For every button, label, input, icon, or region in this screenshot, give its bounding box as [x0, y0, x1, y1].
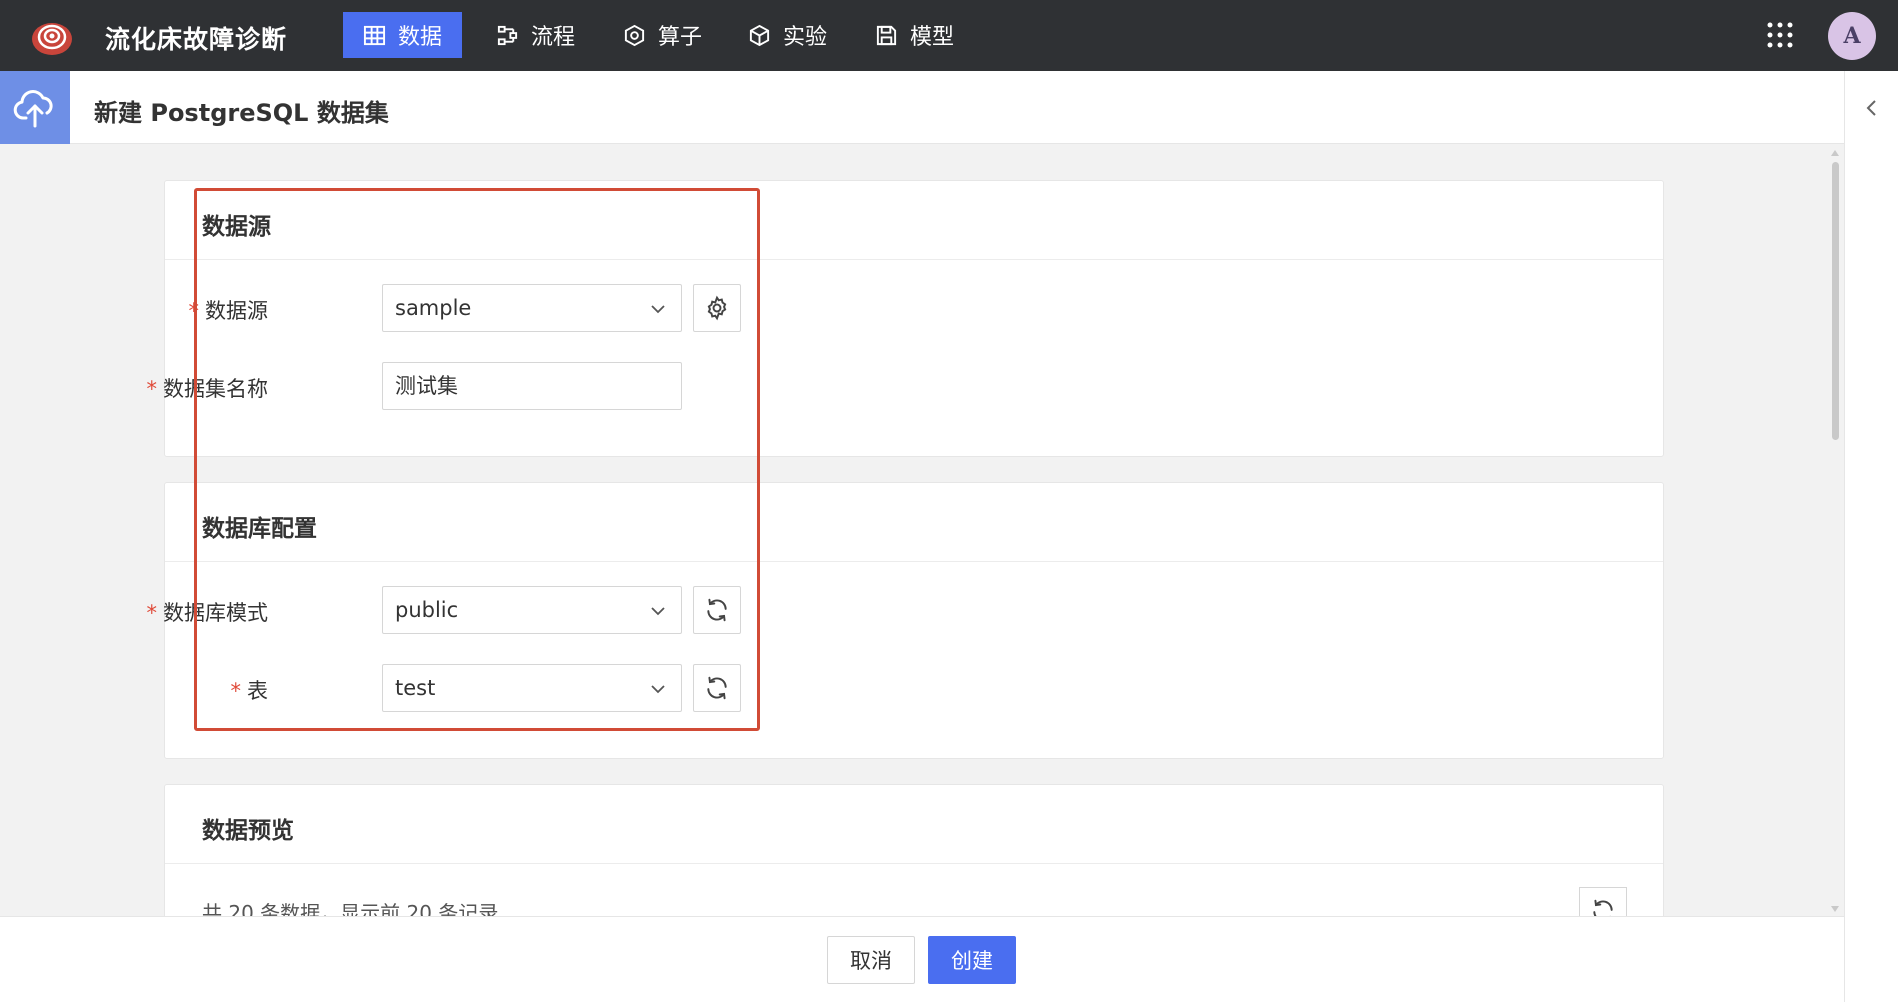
- datasource-card-title: 数据源: [165, 181, 1663, 260]
- cloud-upload-icon: [13, 89, 53, 127]
- table-row: * 表 test: [165, 664, 865, 712]
- dataset-name-label: * 数据集名称: [146, 377, 269, 401]
- scroll-down-arrow[interactable]: [1831, 906, 1839, 912]
- dataset-name-row: * 数据集名称 测试集: [147, 362, 865, 410]
- nav-experiment[interactable]: 实验: [728, 12, 847, 58]
- refresh-icon: [1593, 899, 1613, 916]
- nav-model[interactable]: 模型: [855, 12, 974, 58]
- app-title: 流化床故障诊断: [105, 25, 288, 54]
- nav-model-label: 模型: [910, 25, 955, 50]
- nav-experiment-label: 实验: [783, 25, 828, 50]
- schema-row: * 数据库模式 public: [147, 586, 865, 634]
- schema-refresh-button[interactable]: [693, 586, 741, 634]
- table-select[interactable]: test: [382, 664, 682, 712]
- save-icon: [876, 25, 897, 45]
- datasource-row: * 数据源 sample: [165, 284, 865, 332]
- app-logo-icon: [32, 23, 72, 55]
- schema-value: public: [395, 598, 459, 622]
- nav-flow-label: 流程: [531, 25, 576, 50]
- top-navbar: 流化床故障诊断 数据 流程 算子 实验 模型 A: [0, 0, 1898, 71]
- upload-badge: [0, 71, 70, 144]
- required-mark: *: [146, 377, 158, 401]
- cube-icon: [749, 24, 770, 46]
- chevron-down-icon: [651, 305, 665, 314]
- nav-operator[interactable]: 算子: [603, 12, 722, 58]
- datasource-label: * 数据源: [188, 299, 269, 323]
- flow-icon: [497, 25, 518, 45]
- schema-select[interactable]: public: [382, 586, 682, 634]
- table-label: * 表: [230, 679, 269, 703]
- footer-bar: 取消 创建: [0, 916, 1844, 1002]
- chevron-down-icon: [651, 685, 665, 694]
- nav-data[interactable]: 数据: [343, 12, 463, 58]
- vertical-scrollbar[interactable]: [1829, 150, 1841, 912]
- required-mark: *: [188, 299, 200, 323]
- operator-icon: [624, 24, 645, 46]
- nav-data-label: 数据: [398, 25, 443, 50]
- datasource-settings-button[interactable]: [693, 284, 741, 332]
- datasource-select[interactable]: sample: [382, 284, 682, 332]
- required-mark: *: [230, 679, 242, 703]
- refresh-icon: [707, 598, 727, 622]
- preview-summary: 共 20 条数据，显示前 20 条记录: [202, 901, 499, 916]
- required-mark: *: [146, 601, 158, 625]
- schema-label: * 数据库模式: [146, 601, 269, 625]
- gear-icon: [707, 295, 727, 321]
- dataset-name-value: 测试集: [395, 374, 458, 398]
- refresh-icon: [707, 676, 727, 700]
- table-value: test: [395, 676, 436, 700]
- apps-grid-icon[interactable]: [1767, 22, 1793, 48]
- table-icon: [363, 25, 386, 45]
- preview-card: 数据预览 共 20 条数据，显示前 20 条记录: [164, 784, 1664, 916]
- main-content: 数据源 * 数据源 sample * 数据集名称 测试集 数据库配置 * 数据库模式 …: [0, 144, 1844, 916]
- table-refresh-button[interactable]: [693, 664, 741, 712]
- db-config-card-title: 数据库配置: [165, 483, 1663, 562]
- chevron-down-icon: [651, 607, 665, 616]
- datasource-card: 数据源 * 数据源 sample * 数据集名称 测试集: [147, 180, 1664, 457]
- datasource-value: sample: [395, 296, 472, 320]
- page-title: 新建 PostgreSQL 数据集: [94, 99, 389, 127]
- scroll-up-arrow[interactable]: [1831, 150, 1839, 156]
- preview-refresh-button[interactable]: [1579, 887, 1627, 916]
- nav-flow[interactable]: 流程: [476, 12, 595, 58]
- preview-card-title: 数据预览: [165, 785, 1663, 864]
- page-header: 新建 PostgreSQL 数据集: [0, 71, 1844, 144]
- user-avatar[interactable]: A: [1828, 12, 1876, 60]
- cancel-button[interactable]: 取消: [827, 936, 915, 984]
- scroll-thumb[interactable]: [1832, 162, 1839, 440]
- db-config-card: 数据库配置 * 数据库模式 public * 表 test: [147, 482, 1664, 759]
- chevron-left-icon[interactable]: [1861, 97, 1883, 119]
- dataset-name-input[interactable]: 测试集: [382, 362, 682, 410]
- create-button[interactable]: 创建: [928, 936, 1016, 984]
- right-side-rail: [1844, 71, 1898, 1002]
- nav-operator-label: 算子: [658, 25, 703, 50]
